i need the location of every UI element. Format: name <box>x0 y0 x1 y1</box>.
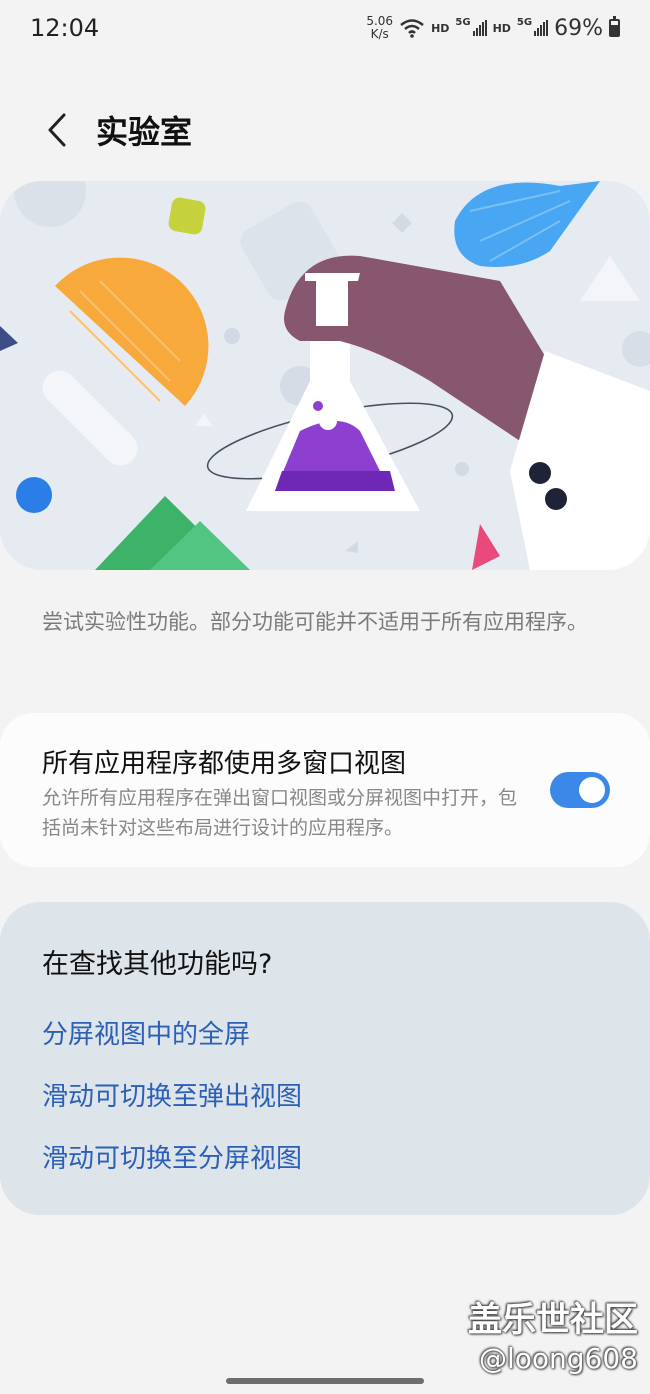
link-swipe-popup-view[interactable]: 滑动可切换至弹出视图 <box>42 1076 302 1113</box>
status-bar: 12:04 5.06 K/s HD 5G HD 5G 69% <box>0 0 650 56</box>
app-header: 实验室 <box>0 100 650 160</box>
multi-window-toggle[interactable] <box>550 772 610 808</box>
setting-description: 允许所有应用程序在弹出窗口视图或分屏视图中打开，包括尚未针对这些布局进行设计的应… <box>42 787 518 839</box>
toggle-knob <box>579 777 605 803</box>
status-time: 12:04 <box>30 14 100 42</box>
more-features-title: 在查找其他功能吗? <box>42 949 273 980</box>
network-speed-unit: K/s <box>370 27 389 41</box>
watermark-handle: @loong608 <box>478 1342 638 1375</box>
battery-icon <box>609 16 620 37</box>
watermark-title: 盖乐世社区 <box>468 1300 638 1340</box>
network-speed: 5.06 K/s <box>366 15 393 41</box>
lab-description: 尝试实验性功能。部分功能可能并不适用于所有应用程序。 <box>42 610 588 634</box>
link-fullscreen-split-view[interactable]: 分屏视图中的全屏 <box>42 1014 250 1051</box>
network-type-label: 5G <box>516 16 533 28</box>
link-swipe-split-view[interactable]: 滑动可切换至分屏视图 <box>42 1138 302 1175</box>
home-indicator[interactable] <box>226 1378 424 1384</box>
status-icons: 5.06 K/s HD 5G HD 5G 69% <box>366 15 620 41</box>
multi-window-setting[interactable]: 所有应用程序都使用多窗口视图 允许所有应用程序在弹出窗口视图或分屏视图中打开，包… <box>0 713 650 867</box>
hd-label: HD <box>492 21 511 35</box>
signal-icon <box>472 20 487 36</box>
more-features-card: 在查找其他功能吗? 分屏视图中的全屏 滑动可切换至弹出视图 滑动可切换至分屏视图 <box>0 902 650 1215</box>
setting-title: 所有应用程序都使用多窗口视图 <box>42 749 407 779</box>
wifi-icon <box>400 19 424 38</box>
battery-percent: 69% <box>554 15 603 41</box>
back-button[interactable] <box>28 100 88 160</box>
lab-banner-illustration <box>0 181 650 570</box>
hd-label: HD <box>431 21 450 35</box>
page-title: 实验室 <box>96 113 193 151</box>
chevron-left-icon <box>48 113 66 147</box>
network-type-label: 5G <box>455 16 471 28</box>
signal-icon <box>534 20 549 36</box>
